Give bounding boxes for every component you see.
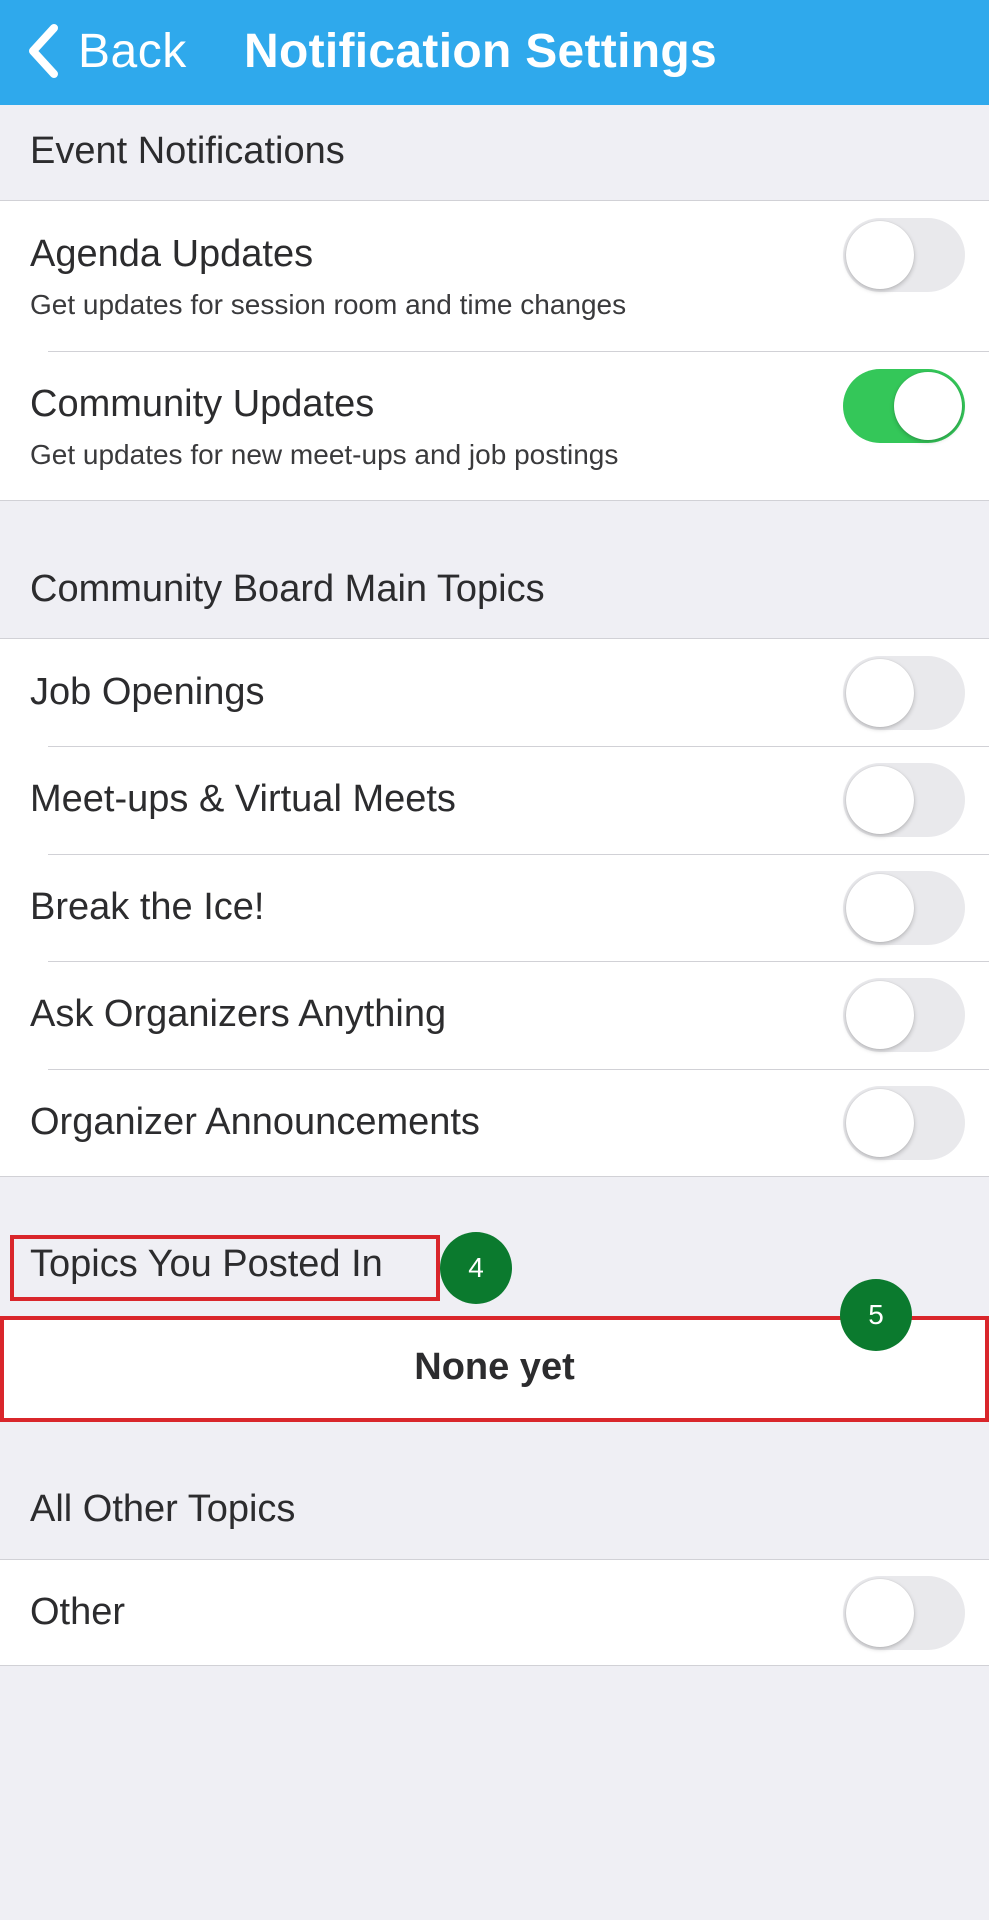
setting-row-meet-ups: Meet-ups & Virtual Meets bbox=[0, 746, 989, 854]
setting-row-community-updates: Community Updates Get updates for new me… bbox=[0, 351, 989, 501]
other-topics-group: Other bbox=[0, 1559, 989, 1666]
setting-row-agenda-updates: Agenda Updates Get updates for session r… bbox=[0, 201, 989, 351]
setting-row-other: Other bbox=[0, 1560, 989, 1665]
navigation-bar: Back Notification Settings bbox=[0, 0, 989, 105]
highlight-box-posted-topics-header bbox=[10, 1235, 440, 1301]
back-label: Back bbox=[78, 24, 187, 78]
community-updates-toggle[interactable] bbox=[843, 369, 965, 443]
job-openings-toggle[interactable] bbox=[843, 656, 965, 730]
page-title: Notification Settings bbox=[244, 24, 717, 78]
section-header-event-notifications: Event Notifications bbox=[30, 130, 345, 172]
setting-row-job-openings: Job Openings bbox=[0, 639, 989, 746]
back-button[interactable]: Back bbox=[26, 18, 187, 84]
notification-settings-screen: Back Notification Settings Event Notific… bbox=[0, 0, 989, 1920]
setting-title: Agenda Updates bbox=[30, 233, 314, 275]
setting-title: Meet-ups & Virtual Meets bbox=[30, 778, 456, 820]
agenda-updates-toggle[interactable] bbox=[843, 218, 965, 292]
annotation-badge: 5 bbox=[840, 1279, 912, 1351]
toggle-knob bbox=[846, 1579, 914, 1647]
setting-title: Other bbox=[30, 1591, 126, 1633]
highlight-box-posted-topics-list bbox=[0, 1316, 989, 1422]
setting-title: Break the Ice! bbox=[30, 886, 265, 928]
setting-title: Job Openings bbox=[30, 671, 265, 713]
event-notifications-group: Agenda Updates Get updates for session r… bbox=[0, 200, 989, 501]
toggle-knob bbox=[846, 1089, 914, 1157]
annotation-badge: 4 bbox=[440, 1232, 512, 1304]
setting-title: Community Updates bbox=[30, 383, 375, 425]
meet-ups-toggle[interactable] bbox=[843, 763, 965, 837]
setting-title: Ask Organizers Anything bbox=[30, 993, 447, 1035]
setting-row-ask-organizers: Ask Organizers Anything bbox=[0, 961, 989, 1069]
setting-subtitle: Get updates for new meet-ups and job pos… bbox=[30, 439, 619, 470]
ask-organizers-toggle[interactable] bbox=[843, 978, 965, 1052]
toggle-knob bbox=[846, 874, 914, 942]
setting-subtitle: Get updates for session room and time ch… bbox=[30, 289, 627, 320]
chevron-left-icon bbox=[26, 23, 60, 79]
setting-title: Organizer Announcements bbox=[30, 1101, 480, 1143]
toggle-knob bbox=[846, 981, 914, 1049]
break-the-ice-toggle[interactable] bbox=[843, 871, 965, 945]
toggle-knob bbox=[846, 659, 914, 727]
toggle-knob bbox=[894, 372, 962, 440]
setting-row-break-the-ice: Break the Ice! bbox=[0, 854, 989, 961]
setting-row-organizer-announcements: Organizer Announcements bbox=[0, 1069, 989, 1176]
organizer-announcements-toggle[interactable] bbox=[843, 1086, 965, 1160]
toggle-knob bbox=[846, 766, 914, 834]
main-topics-group: Job Openings Meet-ups & Virtual Meets Br… bbox=[0, 638, 989, 1177]
section-header-main-topics: Community Board Main Topics bbox=[30, 568, 545, 610]
other-toggle[interactable] bbox=[843, 1576, 965, 1650]
toggle-knob bbox=[846, 221, 914, 289]
section-header-other-topics: All Other Topics bbox=[30, 1488, 296, 1530]
